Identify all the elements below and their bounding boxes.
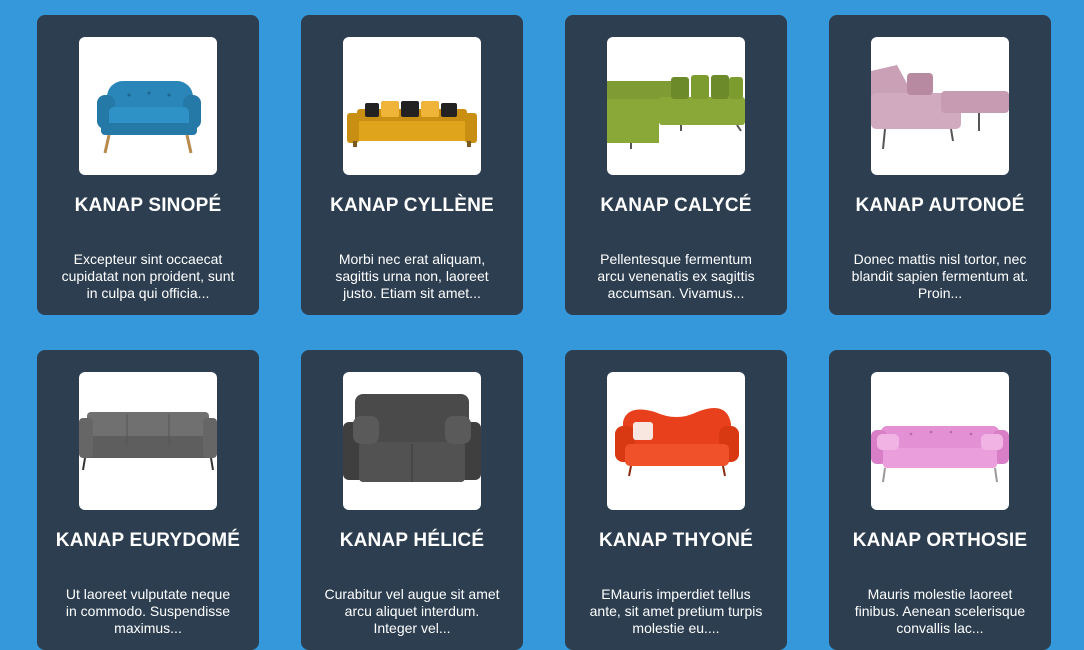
product-title[interactable]: KANAP CYLLÈNE	[301, 195, 523, 217]
product-card-cyllene[interactable]: KANAP CYLLÈNE Morbi nec erat aliquam, sa…	[301, 15, 523, 315]
pink-tufted-sofa-image	[871, 426, 1009, 483]
red-sofa-image	[615, 408, 739, 477]
yellow-sofa-image	[347, 101, 477, 147]
product-card-eurydome[interactable]: KANAP EURYDOMÉ Ut laoreet vulputate nequ…	[37, 350, 259, 650]
product-grid: KANAP SINOPÉ Excepteur sint occaecat cup…	[0, 0, 1084, 650]
product-description: Excepteur sint occaecat cupidatat non pr…	[61, 251, 235, 301]
product-card-calyce[interactable]: KANAP CALYCÉ Pellentesque fermentum arcu…	[565, 15, 787, 315]
pink-chaise-sofa-image	[871, 65, 1009, 150]
product-description: Ut laoreet vulputate neque in commodo. S…	[65, 586, 231, 636]
product-description: Mauris molestie laoreet finibus. Aenean …	[854, 586, 1026, 636]
product-description: EMauris imperdiet tellus ante, sit amet …	[589, 586, 763, 636]
product-image[interactable]	[79, 372, 217, 510]
product-description: Curabitur vel augue sit amet arcu alique…	[324, 586, 500, 636]
product-title[interactable]: KANAP EURYDOMÉ	[37, 530, 259, 552]
product-title[interactable]: KANAP HÉLICÉ	[301, 530, 523, 552]
product-title[interactable]: KANAP THYONÉ	[565, 530, 787, 552]
product-card-thyone[interactable]: KANAP THYONÉ EMauris imperdiet tellus an…	[565, 350, 787, 650]
product-image[interactable]	[607, 372, 745, 510]
product-image[interactable]	[79, 37, 217, 175]
product-image[interactable]	[607, 37, 745, 175]
product-description: Donec mattis nisl tortor, nec blandit sa…	[851, 251, 1029, 301]
product-description: Morbi nec erat aliquam, sagittis urna no…	[335, 251, 489, 301]
product-title[interactable]: KANAP ORTHOSIE	[829, 530, 1051, 552]
product-image[interactable]	[343, 372, 481, 510]
product-card-orthosie[interactable]: KANAP ORTHOSIE Mauris molestie laoreet f…	[829, 350, 1051, 650]
product-image[interactable]	[871, 37, 1009, 175]
dark-gray-loveseat-image	[343, 394, 481, 482]
product-title[interactable]: KANAP AUTONOÉ	[829, 195, 1051, 217]
gray-sofa-image	[79, 412, 217, 471]
product-title[interactable]: KANAP SINOPÉ	[37, 195, 259, 217]
product-image[interactable]	[343, 37, 481, 175]
product-image[interactable]	[871, 372, 1009, 510]
product-title[interactable]: KANAP CALYCÉ	[565, 195, 787, 217]
product-card-helice[interactable]: KANAP HÉLICÉ Curabitur vel augue sit ame…	[301, 350, 523, 650]
product-card-autonoe[interactable]: KANAP AUTONOÉ Donec mattis nisl tortor, …	[829, 15, 1051, 315]
product-card-sinope[interactable]: KANAP SINOPÉ Excepteur sint occaecat cup…	[37, 15, 259, 315]
blue-sofa-image	[97, 81, 201, 154]
product-description: Pellentesque fermentum arcu venenatis ex…	[597, 251, 755, 301]
green-corner-sofa-image	[607, 75, 745, 149]
